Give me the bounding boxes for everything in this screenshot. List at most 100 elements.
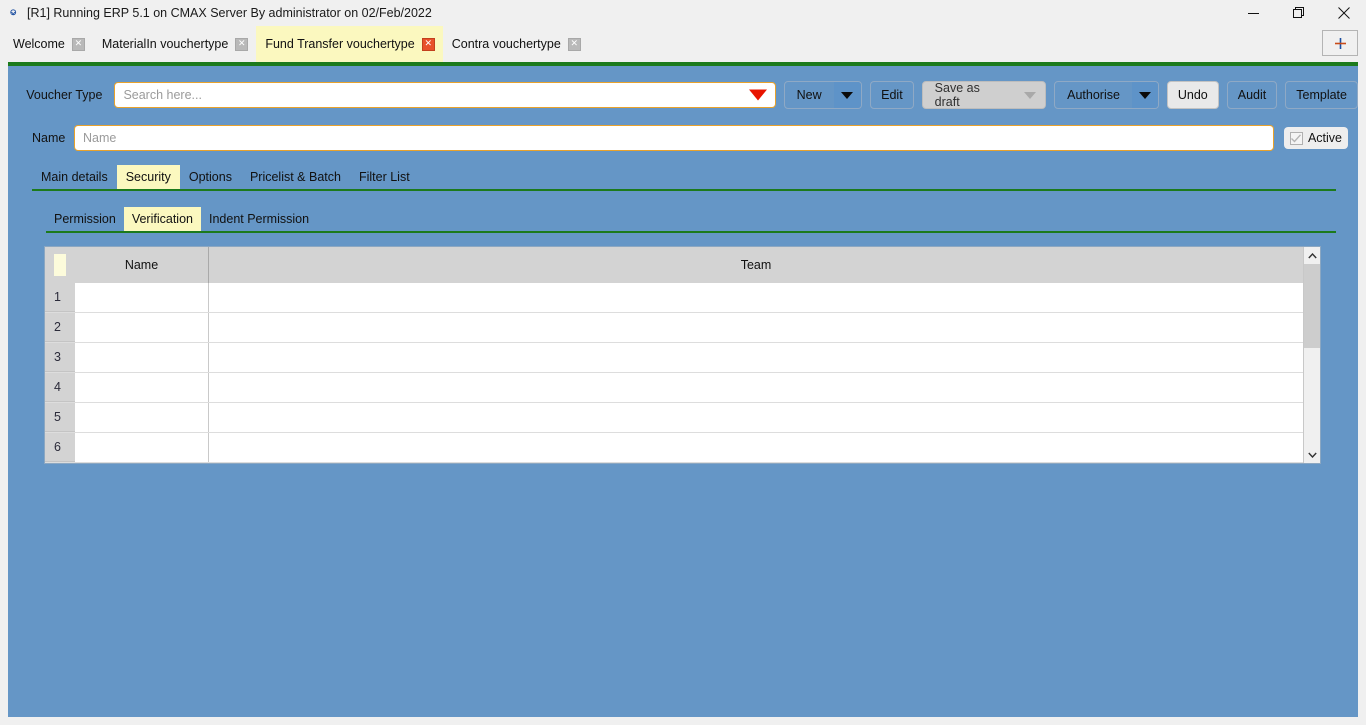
minimize-icon bbox=[1248, 12, 1259, 14]
close-icon[interactable]: ✕ bbox=[235, 37, 249, 51]
save-as-draft-label: Save as draft bbox=[934, 81, 980, 109]
subtab-permission[interactable]: Permission bbox=[46, 207, 124, 231]
row-number: 1 bbox=[45, 283, 75, 312]
row-number: 5 bbox=[45, 403, 75, 432]
tab-main-details[interactable]: Main details bbox=[32, 165, 117, 189]
tab-filter-list[interactable]: Filter List bbox=[350, 165, 419, 189]
window-controls bbox=[1231, 0, 1366, 26]
active-checkbox[interactable] bbox=[1290, 131, 1303, 145]
app-icon: ⎉ bbox=[9, 8, 17, 18]
name-row: Name Name Active bbox=[8, 125, 1358, 151]
plus-icon bbox=[1334, 37, 1346, 49]
cell-team[interactable] bbox=[209, 373, 1303, 402]
cell-team[interactable] bbox=[209, 313, 1303, 342]
column-header-name[interactable]: Name bbox=[75, 247, 209, 283]
cell-team[interactable] bbox=[209, 343, 1303, 372]
close-icon[interactable]: ✕ bbox=[421, 37, 435, 51]
row-number: 6 bbox=[45, 433, 75, 462]
sub-tab-underline bbox=[46, 231, 1336, 233]
cell-team[interactable] bbox=[209, 403, 1303, 432]
table-row[interactable]: 1 bbox=[45, 283, 1303, 313]
tab-options[interactable]: Options bbox=[180, 165, 241, 189]
tab-label: Welcome bbox=[13, 37, 65, 51]
grid-corner-marker bbox=[54, 254, 66, 276]
close-button[interactable] bbox=[1321, 0, 1366, 26]
edit-button[interactable]: Edit bbox=[870, 81, 914, 109]
cell-name[interactable] bbox=[75, 433, 209, 462]
row-number: 3 bbox=[45, 343, 75, 372]
cell-name[interactable] bbox=[75, 403, 209, 432]
caret-down-icon bbox=[841, 91, 854, 99]
check-icon bbox=[1291, 133, 1302, 143]
grid-header-row: Name Team bbox=[45, 247, 1303, 283]
scroll-thumb[interactable] bbox=[1304, 264, 1320, 348]
undo-button[interactable]: Undo bbox=[1166, 81, 1219, 109]
new-split-button[interactable]: New bbox=[783, 81, 863, 109]
save-as-draft-dropdown-button[interactable] bbox=[1015, 82, 1046, 108]
new-dropdown-button[interactable] bbox=[833, 82, 862, 108]
main-tab-bar: Main details Security Options Pricelist … bbox=[32, 165, 1358, 189]
tab-fund-transfer-vouchertype[interactable]: Fund Transfer vouchertype ✕ bbox=[256, 26, 443, 62]
table-row[interactable]: 3 bbox=[45, 343, 1303, 373]
subtab-verification[interactable]: Verification bbox=[123, 207, 201, 231]
table-row[interactable]: 5 bbox=[45, 403, 1303, 433]
restore-button[interactable] bbox=[1276, 0, 1321, 26]
verification-grid: Name Team 1 2 3 4 5 6 bbox=[44, 246, 1321, 464]
grid-select-all-header[interactable] bbox=[45, 247, 75, 283]
template-button[interactable]: Template bbox=[1285, 81, 1358, 109]
row-number: 2 bbox=[45, 313, 75, 342]
tab-pricelist-and-batch[interactable]: Pricelist & Batch bbox=[241, 165, 350, 189]
grid-vertical-scrollbar[interactable] bbox=[1303, 247, 1320, 463]
add-tab-button[interactable] bbox=[1322, 30, 1358, 56]
save-as-draft-split-button[interactable]: Save as draft bbox=[921, 81, 1047, 109]
audit-button[interactable]: Audit bbox=[1226, 81, 1278, 109]
name-label: Name bbox=[32, 131, 66, 145]
minimize-button[interactable] bbox=[1231, 0, 1276, 26]
table-row[interactable]: 6 bbox=[45, 433, 1303, 463]
chevron-down-icon bbox=[1307, 452, 1317, 458]
toolbar: Voucher Type Search here... New Edit Sav… bbox=[8, 66, 1358, 110]
workspace: Voucher Type Search here... New Edit Sav… bbox=[8, 66, 1358, 717]
scroll-down-button[interactable] bbox=[1304, 446, 1320, 463]
authorise-split-button[interactable]: Authorise bbox=[1054, 81, 1159, 109]
table-row[interactable]: 2 bbox=[45, 313, 1303, 343]
cell-team[interactable] bbox=[209, 433, 1303, 462]
cell-name[interactable] bbox=[75, 283, 209, 312]
main-tab-underline bbox=[32, 189, 1336, 191]
voucher-type-label: Voucher Type bbox=[26, 88, 103, 102]
table-row[interactable]: 4 bbox=[45, 373, 1303, 403]
tab-label: Fund Transfer vouchertype bbox=[265, 37, 415, 51]
tab-security[interactable]: Security bbox=[116, 165, 180, 189]
column-header-team[interactable]: Team bbox=[209, 247, 1303, 283]
authorise-dropdown-button[interactable] bbox=[1131, 82, 1158, 108]
tab-materialin-vouchertype[interactable]: MaterialIn vouchertype ✕ bbox=[93, 26, 256, 62]
name-input[interactable]: Name bbox=[74, 125, 1274, 151]
tab-label: MaterialIn vouchertype bbox=[101, 37, 229, 51]
restore-icon bbox=[1292, 7, 1304, 18]
document-tabs: Welcome ✕ MaterialIn vouchertype ✕ Fund … bbox=[0, 26, 589, 62]
document-tab-bar: Welcome ✕ MaterialIn vouchertype ✕ Fund … bbox=[0, 26, 1366, 62]
chevron-up-icon bbox=[1307, 252, 1317, 258]
close-icon[interactable]: ✕ bbox=[71, 37, 85, 51]
caret-down-icon bbox=[1024, 91, 1037, 99]
voucher-type-search-input[interactable]: Search here... bbox=[114, 82, 776, 108]
cell-name[interactable] bbox=[75, 373, 209, 402]
window-title: [R1] Running ERP 5.1 on CMAX Server By a… bbox=[27, 6, 432, 20]
active-label: Active bbox=[1307, 131, 1342, 145]
scroll-up-button[interactable] bbox=[1304, 247, 1320, 264]
authorise-button-label: Authorise bbox=[1067, 88, 1120, 102]
cell-team[interactable] bbox=[209, 283, 1303, 312]
cell-name[interactable] bbox=[75, 313, 209, 342]
title-bar: ⎉ [R1] Running ERP 5.1 on CMAX Server By… bbox=[0, 0, 1366, 26]
cell-name[interactable] bbox=[75, 343, 209, 372]
active-checkbox-container[interactable]: Active bbox=[1284, 127, 1348, 149]
tab-contra-vouchertype[interactable]: Contra vouchertype ✕ bbox=[443, 26, 589, 62]
close-icon[interactable]: ✕ bbox=[567, 37, 581, 51]
caret-down-icon[interactable] bbox=[748, 89, 767, 101]
subtab-indent-permission[interactable]: Indent Permission bbox=[201, 207, 317, 231]
tab-welcome[interactable]: Welcome ✕ bbox=[4, 26, 93, 62]
tab-label: Contra vouchertype bbox=[451, 37, 561, 51]
row-number: 4 bbox=[45, 373, 75, 402]
scroll-track[interactable] bbox=[1304, 264, 1320, 446]
new-button-label: New bbox=[796, 88, 822, 102]
